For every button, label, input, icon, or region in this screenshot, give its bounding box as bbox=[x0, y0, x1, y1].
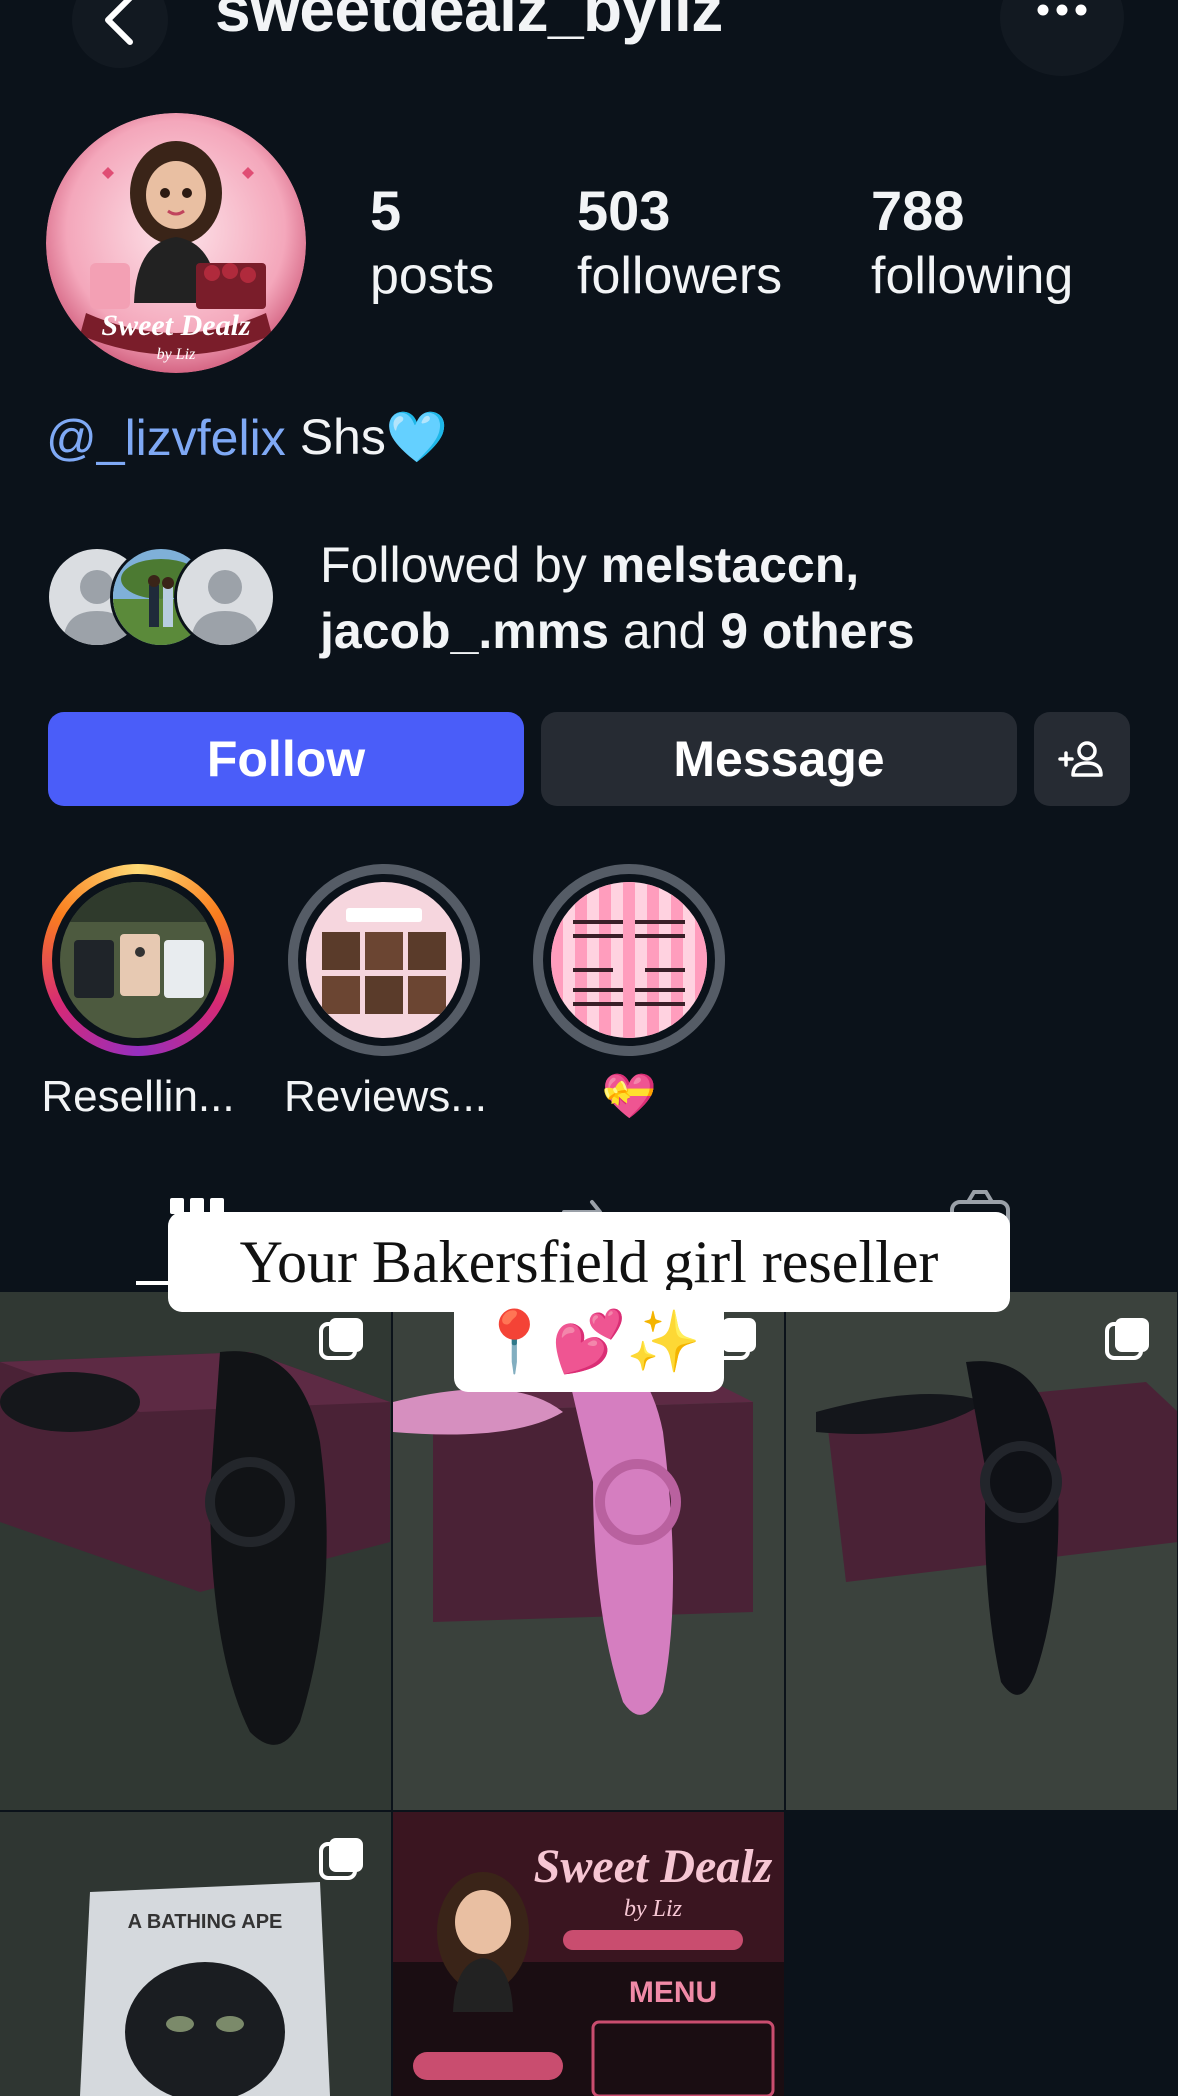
default-user-icon bbox=[177, 549, 273, 645]
followers-label: followers bbox=[577, 247, 783, 305]
follower-avatar-3 bbox=[174, 546, 276, 648]
black-patent-sandal-photo bbox=[786, 1292, 1177, 1810]
add-user-icon bbox=[1058, 741, 1103, 777]
multiple-images-icon bbox=[319, 1838, 363, 1880]
emoji-sticker: 📍💕✨ bbox=[454, 1290, 724, 1392]
svg-text:by Liz: by Liz bbox=[624, 1896, 683, 1922]
svg-text:by Liz: by Liz bbox=[157, 346, 196, 363]
stat-posts[interactable]: 5 posts bbox=[370, 180, 494, 310]
back-button[interactable] bbox=[72, 0, 168, 68]
followed-by-section[interactable]: Followed by melstaccn, jacob_.mms and 9 … bbox=[46, 532, 1146, 659]
more-options-button[interactable] bbox=[1000, 0, 1124, 76]
sweet-dealz-logo-avatar: Sweet Dealz by Liz bbox=[46, 113, 306, 373]
profile-page: sweetdealz_byliz Sweet Dealz by Liz 5 po… bbox=[0, 0, 1178, 2096]
followers-count: 503 bbox=[577, 179, 671, 242]
highlight-menu[interactable]: 💝 bbox=[529, 864, 729, 1124]
sweet-dealz-menu-photo: Sweet Dealz by Liz MENU bbox=[393, 1812, 784, 2096]
post-thumbnail[interactable] bbox=[786, 1292, 1177, 1810]
stat-followers[interactable]: 503 followers bbox=[577, 180, 782, 310]
profile-bio: @_lizvfelix Shs🩵 bbox=[46, 408, 448, 467]
multiple-images-icon bbox=[1105, 1318, 1149, 1360]
black-sandal-photo bbox=[0, 1292, 391, 1810]
highlight-reviews[interactable]: Reviews... bbox=[284, 864, 487, 1124]
menu-photo-thumbnail bbox=[551, 882, 707, 1038]
profile-username: sweetdealz_byliz bbox=[215, 0, 723, 45]
bio-text: Shs🩵 bbox=[299, 409, 449, 465]
following-label: following bbox=[871, 247, 1074, 305]
suggested-users-button[interactable] bbox=[1034, 712, 1130, 806]
highlight-ring bbox=[533, 864, 725, 1056]
light-blue-heart-emoji: 🩵 bbox=[385, 409, 449, 465]
svg-text:MENU: MENU bbox=[629, 1976, 717, 2009]
profile-avatar[interactable]: Sweet Dealz by Liz bbox=[46, 113, 306, 373]
follow-button[interactable]: Follow bbox=[48, 712, 524, 806]
post-grid: A BATHING APE Sweet Dealz by Liz MENU bbox=[0, 1292, 1178, 2096]
header: sweetdealz_byliz bbox=[0, 0, 1178, 60]
bio-mention-link[interactable]: @_lizvfelix bbox=[46, 409, 286, 467]
highlight-ring bbox=[42, 864, 234, 1056]
highlight-label: Resellin... bbox=[41, 1072, 235, 1121]
more-horizontal-icon bbox=[1037, 4, 1087, 16]
svg-text:Sweet Dealz: Sweet Dealz bbox=[101, 309, 250, 342]
clothing-photo-thumbnail bbox=[60, 882, 216, 1038]
highlight-label: 💝 bbox=[601, 1072, 657, 1121]
posts-count: 5 bbox=[370, 179, 402, 242]
followed-by-user-1[interactable]: melstaccn bbox=[601, 537, 846, 593]
multiple-images-icon bbox=[319, 1318, 363, 1360]
followed-by-text: Followed by melstaccn, jacob_.mms and 9 … bbox=[320, 537, 915, 659]
highlight-reselling[interactable]: Resellin... bbox=[38, 864, 238, 1124]
followed-by-user-2[interactable]: jacob_.mms bbox=[320, 603, 609, 659]
svg-text:Sweet Dealz: Sweet Dealz bbox=[534, 1840, 773, 1893]
post-thumbnail[interactable]: Sweet Dealz by Liz MENU bbox=[393, 1812, 784, 2096]
post-thumbnail[interactable] bbox=[0, 1292, 391, 1810]
followed-by-others[interactable]: 9 others bbox=[720, 603, 915, 659]
highlight-label: Reviews... bbox=[284, 1072, 487, 1121]
posts-label: posts bbox=[370, 247, 495, 305]
chevron-left-icon bbox=[105, 0, 133, 45]
svg-text:A BATHING APE: A BATHING APE bbox=[128, 1911, 283, 1933]
reviews-photo-thumbnail bbox=[306, 882, 462, 1038]
post-thumbnail[interactable]: A BATHING APE bbox=[0, 1812, 391, 2096]
highlight-ring bbox=[288, 864, 480, 1056]
message-button[interactable]: Message bbox=[541, 712, 1017, 806]
stat-following[interactable]: 788 following bbox=[871, 180, 1073, 310]
following-count: 788 bbox=[871, 179, 965, 242]
